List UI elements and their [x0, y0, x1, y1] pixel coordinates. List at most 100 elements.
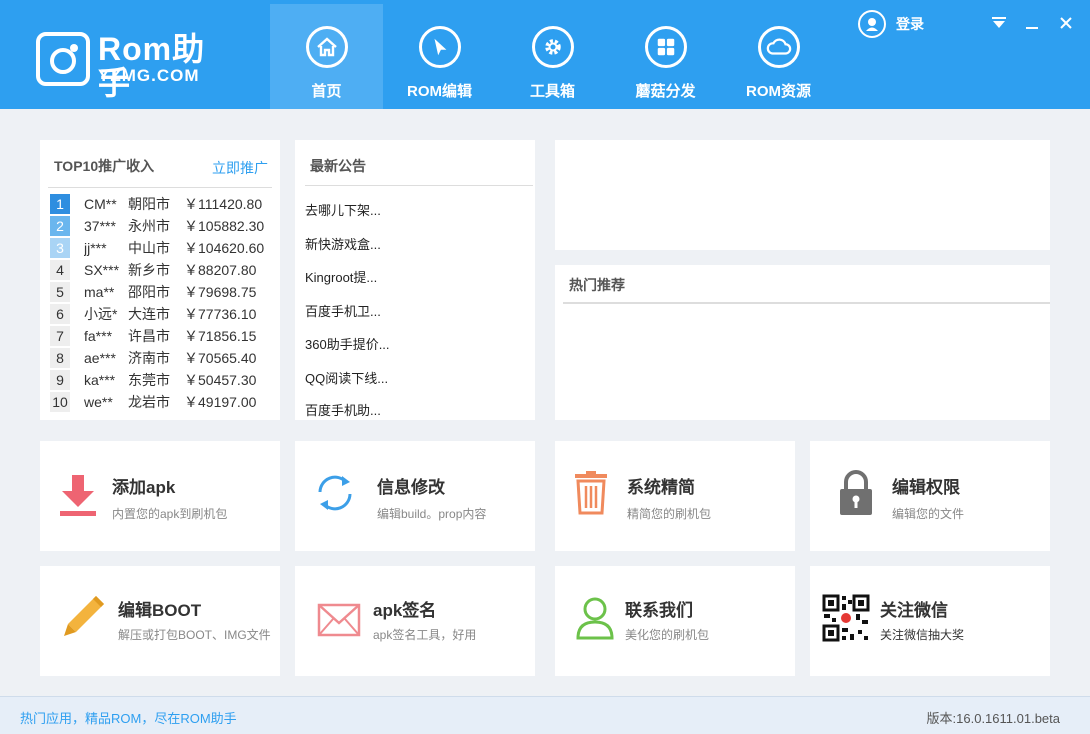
tile-system-slim[interactable]: 系统精简 精简您的刷机包	[555, 441, 795, 551]
rank-amount: ￥49197.00	[184, 394, 257, 410]
nav-rom-edit[interactable]: ROM编辑	[383, 4, 496, 109]
notice-panel: 最新公告 去哪儿下架... 新快游戏盒... Kingroot提... 百度手机…	[295, 140, 535, 420]
divider	[305, 185, 533, 186]
header-bar: Rom助手 YZMG.COM 首页 ROM编辑 工具箱 蘑菇分发 ROM资源 登…	[0, 0, 1090, 109]
rank-city: 中山市	[128, 240, 170, 256]
nav-label: ROM资源	[746, 83, 811, 100]
divider	[48, 187, 272, 188]
top10-panel: TOP10推广收入 立即推广 1 CM** 朝阳市 ￥111420.80 2 3…	[40, 140, 280, 420]
tile-title: 编辑权限	[892, 478, 960, 497]
rank-city: 新乡市	[128, 262, 170, 278]
rank-row: 9 ka*** 东莞市 ￥50457.30	[50, 370, 274, 390]
rank-user: 37***	[84, 218, 116, 234]
rank-user: CM**	[84, 196, 117, 212]
notice-item[interactable]: 360助手提价...	[305, 334, 390, 353]
tile-title: 系统精简	[627, 478, 695, 497]
rank-number: 3	[50, 238, 70, 258]
tile-subtitle: 精简您的刷机包	[627, 507, 712, 521]
rank-row: 3 jj*** 中山市 ￥104620.60	[50, 238, 274, 258]
pencil-icon	[60, 592, 108, 640]
rank-city: 大连市	[128, 306, 170, 322]
rank-number: 6	[50, 304, 70, 324]
notice-title: 最新公告	[310, 158, 366, 174]
tile-subtitle: 内置您的apk到刷机包	[112, 507, 228, 521]
tile-title: 联系我们	[625, 601, 693, 620]
login-button[interactable]: 登录	[858, 10, 924, 38]
rank-row: 10 we** 龙岩市 ￥49197.00	[50, 392, 274, 412]
rank-user: ae***	[84, 350, 116, 366]
top10-title: TOP10推广收入	[54, 158, 155, 174]
refresh-icon	[311, 469, 359, 517]
rank-number: 1	[50, 194, 70, 214]
tile-add-apk[interactable]: 添加apk 内置您的apk到刷机包	[40, 441, 280, 551]
rank-amount: ￥111420.80	[184, 196, 263, 212]
tile-info-edit[interactable]: 信息修改 编辑build。prop内容	[295, 441, 535, 551]
divider	[563, 302, 1050, 304]
rank-user: jj***	[84, 240, 107, 256]
nav-distribute[interactable]: 蘑菇分发	[609, 4, 722, 109]
rank-amount: ￥104620.60	[184, 240, 265, 256]
tile-contact-us[interactable]: 联系我们 美化您的刷机包	[555, 566, 795, 676]
nav-label: 首页	[311, 83, 342, 100]
main-nav: 首页 ROM编辑 工具箱 蘑菇分发 ROM资源	[270, 4, 835, 109]
login-label: 登录	[896, 16, 924, 32]
nav-home[interactable]: 首页	[270, 4, 383, 109]
close-icon[interactable]	[1055, 12, 1077, 34]
rank-city: 龙岩市	[128, 394, 170, 410]
rank-number: 9	[50, 370, 70, 390]
gear-icon	[532, 26, 574, 68]
rank-row: 7 fa*** 许昌市 ￥71856.15	[50, 326, 274, 346]
logo-domain: YZMG.COM	[98, 66, 200, 85]
rank-city: 永州市	[128, 218, 170, 234]
tile-title: 信息修改	[377, 478, 445, 497]
user-icon	[571, 594, 619, 642]
qrcode-icon	[822, 594, 870, 642]
cursor-icon	[419, 26, 461, 68]
lock-icon	[832, 469, 880, 517]
menu-dropdown-icon[interactable]	[988, 12, 1010, 34]
rank-row: 4 SX*** 新乡市 ￥88207.80	[50, 260, 274, 280]
rank-amount: ￥71856.15	[184, 328, 257, 344]
rank-number: 4	[50, 260, 70, 280]
tile-title: apk签名	[373, 601, 437, 620]
rank-city: 朝阳市	[128, 196, 170, 212]
rank-row: 8 ae*** 济南市 ￥70565.40	[50, 348, 274, 368]
tile-follow-wechat[interactable]: 关注微信 关注微信抽大奖	[810, 566, 1050, 676]
rank-city: 东莞市	[128, 372, 170, 388]
tile-subtitle: 关注微信抽大奖	[880, 628, 965, 642]
notice-item[interactable]: QQ阅读下线...	[305, 368, 388, 387]
rank-user: SX***	[84, 262, 120, 278]
banner-area[interactable]	[555, 140, 1050, 250]
rank-row: 1 CM** 朝阳市 ￥111420.80	[50, 194, 274, 214]
rank-user: ma**	[84, 284, 115, 300]
rank-amount: ￥88207.80	[184, 262, 257, 278]
nav-label: 工具箱	[529, 83, 575, 100]
rank-amount: ￥79698.75	[184, 284, 257, 300]
version-label: 版本:16.0.1611.01.beta	[926, 711, 1060, 726]
notice-item[interactable]: 去哪儿下架...	[305, 200, 381, 219]
nav-label: ROM编辑	[407, 83, 472, 100]
rank-number: 2	[50, 216, 70, 236]
tile-title: 添加apk	[112, 478, 176, 497]
tile-subtitle: apk签名工具，好用	[373, 628, 477, 642]
rank-amount: ￥70565.40	[184, 350, 257, 366]
tile-subtitle: 编辑build。prop内容	[377, 507, 487, 521]
nav-rom-resources[interactable]: ROM资源	[722, 4, 835, 109]
rank-amount: ￥77736.10	[184, 306, 257, 322]
nav-toolbox[interactable]: 工具箱	[496, 4, 609, 109]
promote-link[interactable]: 立即推广	[212, 158, 268, 178]
tile-edit-permission[interactable]: 编辑权限 编辑您的文件	[810, 441, 1050, 551]
tile-title: 关注微信	[880, 601, 948, 620]
notice-item[interactable]: Kingroot提...	[305, 267, 377, 286]
tile-title: 编辑BOOT	[118, 601, 202, 620]
rank-user: ka***	[84, 372, 116, 388]
hot-title: 热门推荐	[569, 277, 625, 293]
notice-item[interactable]: 百度手机卫...	[305, 301, 381, 320]
notice-item[interactable]: 百度手机助...	[305, 400, 381, 419]
minimize-icon[interactable]	[1021, 12, 1043, 34]
home-icon	[306, 26, 348, 68]
rank-amount: ￥50457.30	[184, 372, 257, 388]
notice-item[interactable]: 新快游戏盒...	[305, 234, 381, 253]
tile-edit-boot[interactable]: 编辑BOOT 解压或打包BOOT、IMG文件	[40, 566, 280, 676]
tile-apk-sign[interactable]: apk签名 apk签名工具，好用	[295, 566, 535, 676]
